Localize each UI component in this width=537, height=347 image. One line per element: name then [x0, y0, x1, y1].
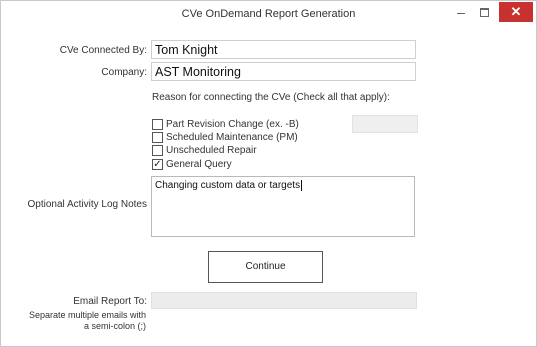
notes-text: Changing custom data or targets [155, 180, 301, 192]
checkbox-icon[interactable] [152, 145, 163, 156]
minimize-button[interactable]: – [448, 4, 474, 22]
close-button[interactable]: ✕ [499, 2, 533, 22]
maximize-button[interactable] [473, 4, 495, 22]
connected-by-input[interactable]: Tom Knight [151, 40, 416, 59]
checkbox-checked-icon[interactable]: ✓ [152, 159, 163, 170]
continue-button[interactable]: Continue [208, 251, 323, 283]
email-input[interactable] [151, 292, 417, 309]
activity-notes-textarea[interactable]: Changing custom data or targets [151, 176, 415, 237]
reason-prompt: Reason for connecting the CVe (Check all… [152, 92, 390, 103]
checkbox-label: Unscheduled Repair [166, 145, 257, 156]
checkbox-label: Part Revision Change (ex. -B) [166, 119, 299, 130]
connected-by-label: CVe Connected By: [59, 45, 147, 56]
checkbox-label: General Query [166, 159, 232, 170]
reason-detail-field[interactable] [352, 115, 418, 133]
email-label: Email Report To: [73, 296, 147, 307]
text-caret [301, 180, 303, 191]
maximize-icon [480, 8, 489, 17]
notes-label: Optional Activity Log Notes [27, 199, 147, 210]
report-generation-window: CVe OnDemand Report Generation – ✕ CVe C… [0, 0, 537, 347]
checkbox-label: Scheduled Maintenance (PM) [166, 132, 298, 143]
company-label: Company: [101, 67, 147, 78]
checkbox-icon[interactable] [152, 119, 163, 130]
email-hint-line-1: Separate multiple emails with [28, 310, 146, 320]
checkbox-icon[interactable] [152, 132, 163, 143]
company-input[interactable]: AST Monitoring [151, 62, 416, 81]
title-bar: CVe OnDemand Report Generation – ✕ [1, 1, 536, 27]
email-hint-line-2: a semi-colon (;) [83, 321, 146, 331]
